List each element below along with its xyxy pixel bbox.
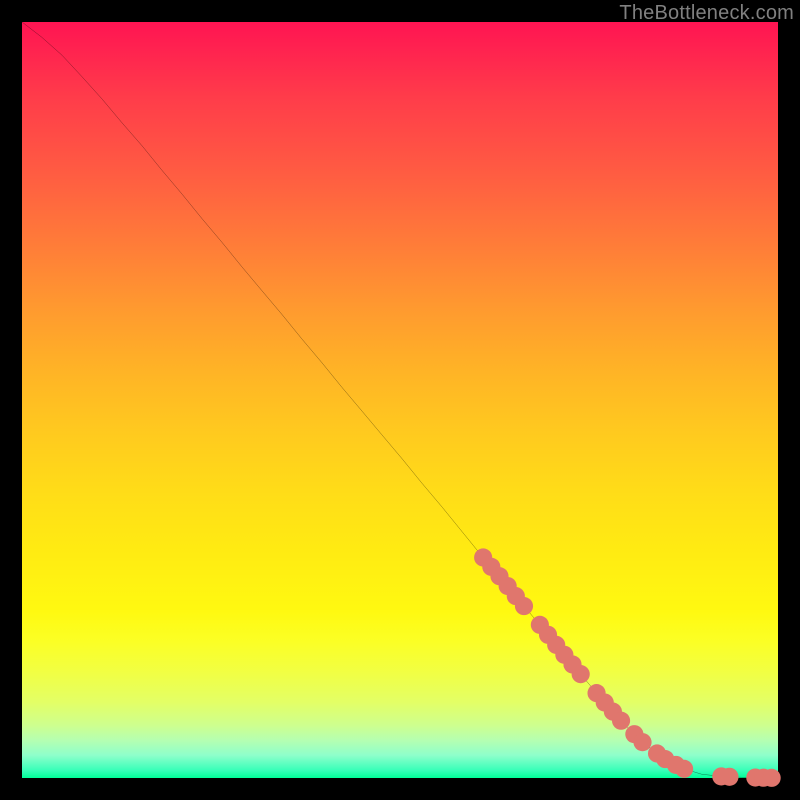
marker-clusters: [474, 548, 781, 787]
marker-dot: [515, 597, 533, 615]
marker-dot: [763, 769, 781, 787]
marker-dot: [633, 733, 651, 751]
bottleneck-curve: [22, 22, 778, 778]
chart-stage: TheBottleneck.com: [0, 0, 800, 800]
marker-dot: [720, 768, 738, 786]
marker-dot: [675, 760, 693, 778]
plot-svg: [22, 22, 778, 778]
marker-dot: [612, 712, 630, 730]
watermark-text: TheBottleneck.com: [619, 2, 794, 25]
plot-area: [22, 22, 778, 778]
marker-dot: [572, 665, 590, 683]
